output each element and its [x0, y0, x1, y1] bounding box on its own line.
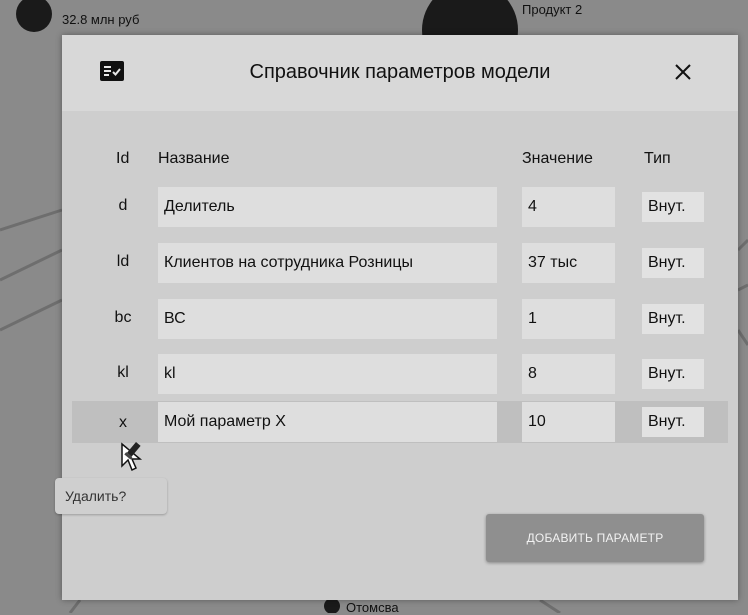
param-name-field[interactable]: Клиентов на сотрудника Розницы [158, 243, 497, 283]
param-id: bc [114, 309, 132, 326]
param-type-badge: Внут. [642, 248, 704, 278]
dialog-header: Справочник параметров модели [62, 35, 738, 111]
param-id: d [118, 197, 128, 214]
param-value-field[interactable]: 4 [522, 187, 615, 227]
table-row[interactable]: kl kl 8 Внут. [72, 353, 728, 395]
param-name-field[interactable]: ВС [158, 299, 497, 339]
param-value-field[interactable]: 8 [522, 354, 615, 394]
graph-node-value: 32.8 млн руб [62, 12, 140, 27]
param-value-field[interactable]: 37 тыс [522, 243, 615, 283]
param-id: x [119, 414, 127, 431]
column-header-type: Тип [644, 150, 671, 167]
param-type-badge: Внут. [642, 359, 704, 389]
table-row[interactable]: d Делитель 4 Внут. [72, 186, 728, 228]
param-value-field[interactable]: 1 [522, 299, 615, 339]
dialog-title: Справочник параметров модели [249, 61, 551, 83]
param-id: kl [117, 364, 129, 381]
column-header-id: Id [116, 150, 130, 167]
table-row[interactable]: bc ВС 1 Внут. [72, 298, 728, 340]
parameters-dialog: Справочник параметров модели Id Название… [62, 35, 738, 600]
param-id: ld [116, 253, 130, 270]
table-row-hovered[interactable]: x Мой параметр X 10 Внут. [72, 401, 728, 443]
param-type-badge: Внут. [642, 304, 704, 334]
column-header-value: Значение [522, 150, 593, 167]
param-type-badge: Внут. [642, 407, 704, 437]
param-name-field[interactable]: Мой параметр X [158, 402, 497, 442]
mouse-pointer-icon [121, 442, 143, 472]
param-type-badge: Внут. [642, 192, 704, 222]
delete-tooltip[interactable]: Удалить? [55, 478, 167, 514]
close-icon[interactable] [668, 57, 698, 87]
param-value-field[interactable]: 10 [522, 402, 615, 442]
graph-node-label: Продукт 2 [522, 2, 583, 17]
param-name-field[interactable]: Делитель [158, 187, 497, 227]
table-row[interactable]: ld Клиентов на сотрудника Розницы 37 тыс… [72, 242, 728, 284]
add-parameter-button[interactable]: ДОБАВИТЬ ПАРАМЕТР [486, 514, 704, 562]
param-name-field[interactable]: kl [158, 354, 497, 394]
column-header-name: Название [158, 150, 230, 167]
